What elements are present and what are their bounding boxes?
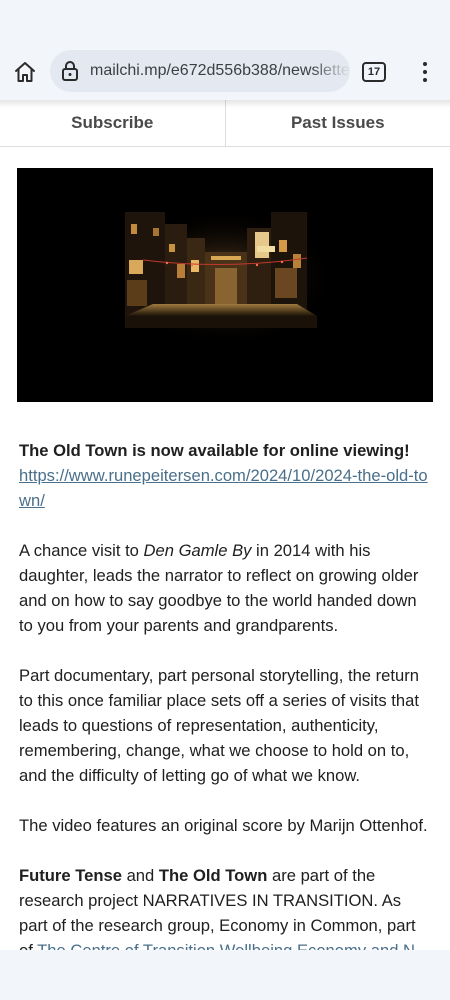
hero-image[interactable] — [17, 168, 433, 402]
paragraph-visit: A chance visit to Den Gamle By in 2014 w… — [19, 538, 433, 638]
address-bar[interactable]: mailchi.mp/e672d556b388/newsletter — [50, 50, 350, 92]
old-town-title: The Old Town — [158, 866, 268, 885]
tab-switcher-button[interactable]: 17 — [362, 62, 386, 82]
status-bar — [0, 0, 450, 44]
home-icon — [15, 62, 35, 82]
newsletter-body: The Old Town is now available for online… — [19, 438, 433, 988]
old-town-night-street-image — [17, 168, 433, 402]
paragraph-documentary: Part documentary, part personal storytel… — [19, 666, 419, 785]
bottom-navigation-bar — [0, 950, 450, 1000]
headline-paragraph: The Old Town is now available for online… — [19, 438, 433, 513]
url-text[interactable]: mailchi.mp/e672d556b388/newsletter — [90, 62, 350, 80]
more-vert-icon[interactable] — [410, 54, 440, 90]
headline: The Old Town is now available for online… — [19, 441, 410, 460]
toolbar-shadow — [0, 100, 450, 108]
film-link[interactable]: https://www.runepeitersen.com/2024/10/20… — [19, 466, 428, 510]
home-button[interactable] — [0, 44, 50, 100]
den-gamle-by: Den Gamle By — [143, 541, 252, 560]
future-tense-title: Future Tense — [19, 866, 122, 885]
paragraph-score: The video features an original score by … — [19, 816, 428, 835]
browser-toolbar: mailchi.mp/e672d556b388/newsletter 17 — [0, 44, 450, 100]
lock-icon[interactable] — [50, 60, 90, 82]
p4-text-1: and — [121, 866, 159, 885]
paragraph-research: Future Tense and The Old Town are part o… — [19, 863, 433, 963]
p1-text-a: A chance visit to — [19, 541, 144, 560]
